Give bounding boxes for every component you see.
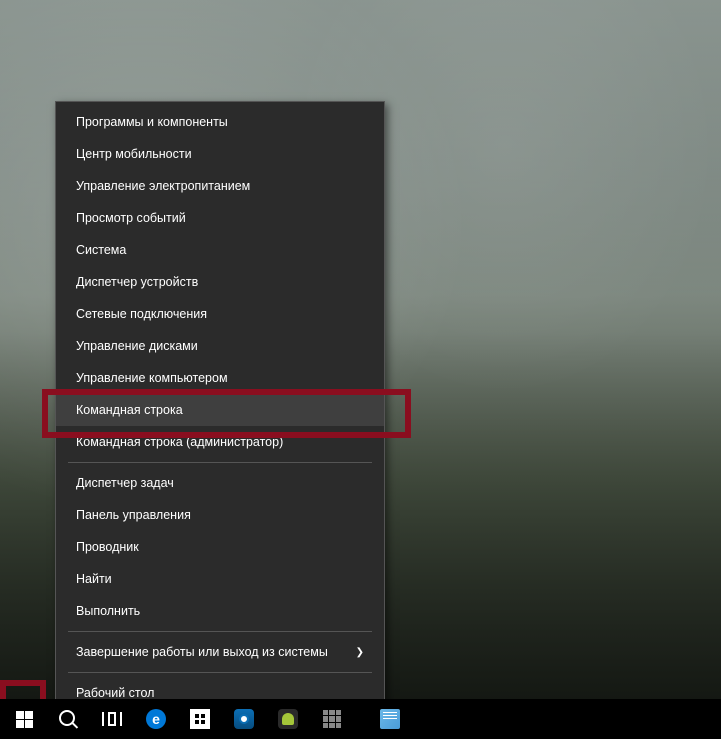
- menu-item-label: Сетевые подключения: [76, 307, 207, 321]
- menu-task-manager[interactable]: Диспетчер задач: [56, 467, 384, 499]
- menu-control-panel[interactable]: Панель управления: [56, 499, 384, 531]
- menu-search[interactable]: Найти: [56, 563, 384, 595]
- taskbar-app-android[interactable]: [266, 699, 310, 739]
- menu-item-label: Панель управления: [76, 508, 191, 522]
- menu-item-label: Управление дисками: [76, 339, 198, 353]
- menu-separator: [68, 631, 372, 632]
- windows-logo-icon: [16, 711, 33, 728]
- menu-computer-management[interactable]: Управление компьютером: [56, 362, 384, 394]
- menu-network-connections[interactable]: Сетевые подключения: [56, 298, 384, 330]
- menu-disk-management[interactable]: Управление дисками: [56, 330, 384, 362]
- menu-item-label: Управление компьютером: [76, 371, 228, 385]
- notepad-icon: [380, 709, 400, 729]
- menu-item-label: Найти: [76, 572, 112, 586]
- task-view-icon: [102, 712, 122, 726]
- menu-item-label: Система: [76, 243, 126, 257]
- store-icon: [190, 709, 210, 729]
- android-icon: [278, 709, 298, 729]
- taskbar-app-teamviewer[interactable]: [222, 699, 266, 739]
- taskbar-app-edge[interactable]: e: [134, 699, 178, 739]
- menu-item-label: Диспетчер устройств: [76, 275, 198, 289]
- menu-item-label: Программы и компоненты: [76, 115, 228, 129]
- menu-device-manager[interactable]: Диспетчер устройств: [56, 266, 384, 298]
- menu-shutdown-signout[interactable]: Завершение работы или выход из системы ❯: [56, 636, 384, 668]
- menu-item-label: Выполнить: [76, 604, 140, 618]
- taskbar-app-notepad[interactable]: [368, 699, 412, 739]
- menu-item-label: Проводник: [76, 540, 139, 554]
- start-button[interactable]: [2, 699, 46, 739]
- task-view-button[interactable]: [90, 699, 134, 739]
- menu-item-label: Центр мобильности: [76, 147, 192, 161]
- taskbar: e: [0, 699, 721, 739]
- search-button[interactable]: [46, 699, 90, 739]
- winx-context-menu: Программы и компоненты Центр мобильности…: [55, 101, 385, 714]
- menu-mobility-center[interactable]: Центр мобильности: [56, 138, 384, 170]
- menu-item-label: Рабочий стол: [76, 686, 154, 700]
- menu-separator: [68, 462, 372, 463]
- taskbar-app-store[interactable]: [178, 699, 222, 739]
- search-icon: [59, 710, 77, 728]
- menu-run[interactable]: Выполнить: [56, 595, 384, 627]
- menu-item-label: Командная строка: [76, 403, 183, 417]
- menu-item-label: Завершение работы или выход из системы: [76, 645, 328, 659]
- menu-power-options[interactable]: Управление электропитанием: [56, 170, 384, 202]
- menu-item-label: Командная строка (администратор): [76, 435, 283, 449]
- menu-separator: [68, 672, 372, 673]
- menu-item-label: Диспетчер задач: [76, 476, 174, 490]
- taskbar-app-grid[interactable]: [310, 699, 354, 739]
- menu-command-prompt-admin[interactable]: Командная строка (администратор): [56, 426, 384, 458]
- chevron-right-icon: ❯: [356, 647, 364, 658]
- menu-command-prompt[interactable]: Командная строка: [56, 394, 384, 426]
- menu-file-explorer[interactable]: Проводник: [56, 531, 384, 563]
- menu-item-label: Управление электропитанием: [76, 179, 250, 193]
- menu-event-viewer[interactable]: Просмотр событий: [56, 202, 384, 234]
- teamviewer-icon: [234, 709, 254, 729]
- app-grid-icon: [323, 710, 341, 728]
- menu-programs-and-features[interactable]: Программы и компоненты: [56, 106, 384, 138]
- menu-system[interactable]: Система: [56, 234, 384, 266]
- edge-icon: e: [146, 709, 166, 729]
- menu-item-label: Просмотр событий: [76, 211, 186, 225]
